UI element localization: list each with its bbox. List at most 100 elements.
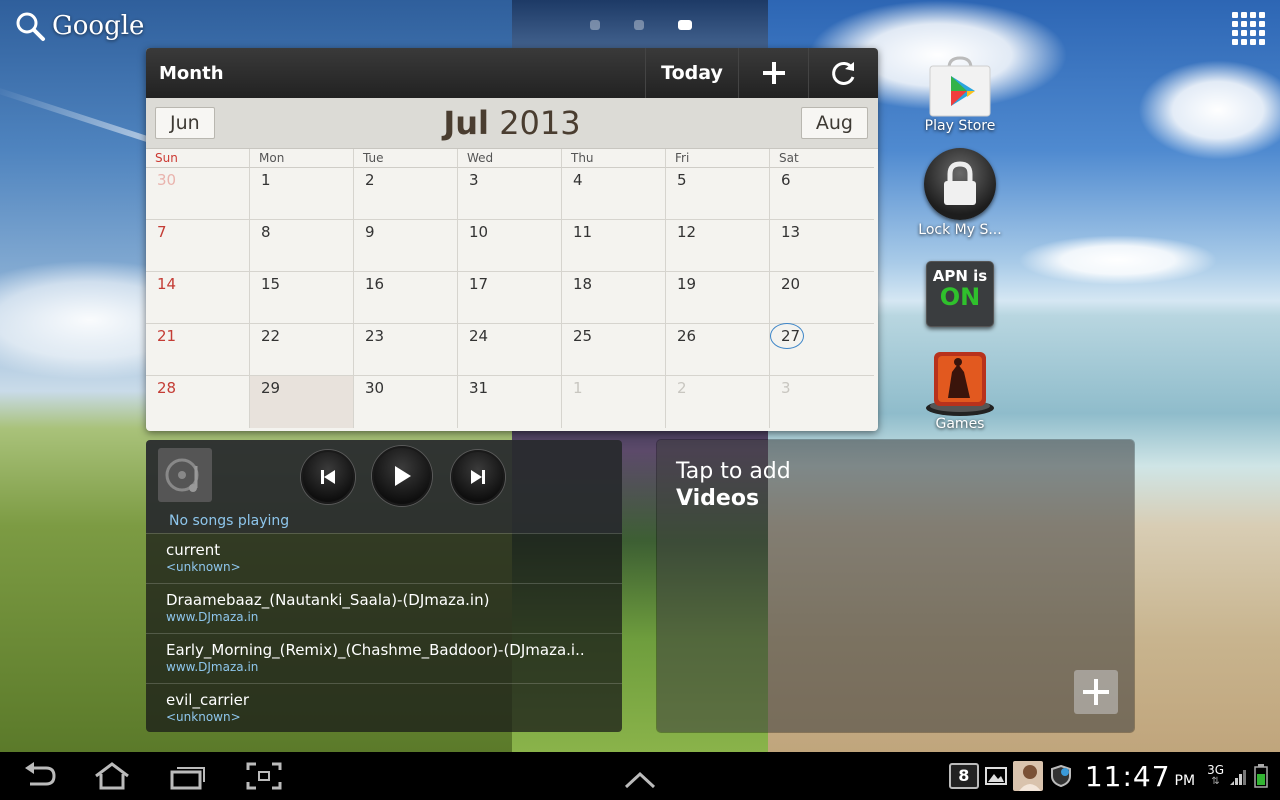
calendar-widget: Month Today Jun Jul 2013 Aug Sun Mon Tue… <box>146 48 878 431</box>
weekday-header: Sat <box>770 149 874 168</box>
song-artist: www.DJmaza.in <box>166 660 259 674</box>
calendar-day-cell[interactable]: 2 <box>354 168 458 220</box>
today-button[interactable]: Today <box>645 48 738 98</box>
previous-track-button[interactable] <box>301 450 355 504</box>
calendar-day-cell[interactable]: 23 <box>354 324 458 376</box>
apn-icon: APN is ON <box>926 261 994 327</box>
calendar-day-cell[interactable]: 7 <box>146 220 250 272</box>
calendar-day-cell[interactable]: 8 <box>250 220 354 272</box>
apn-state: ON <box>939 283 981 311</box>
calendar-day-cell[interactable]: 3 <box>458 168 562 220</box>
clock-time: 11:47 <box>1084 759 1171 793</box>
add-event-button[interactable] <box>738 48 808 98</box>
app-shortcut-games[interactable]: Games <box>905 348 1015 432</box>
recent-apps-icon[interactable] <box>170 762 206 790</box>
calendar-day-cell[interactable]: 16 <box>354 272 458 324</box>
games-icon <box>924 348 996 416</box>
song-list-item[interactable]: evil_carrier <unknown> <box>146 683 622 732</box>
calendar-day-cell[interactable]: 6 <box>770 168 874 220</box>
apn-label: APN is <box>932 267 988 285</box>
app-shortcut-play-store[interactable]: Play Store <box>905 56 1015 134</box>
video-widget-prompt: Tap to add Videos <box>676 458 791 512</box>
calendar-day-cell[interactable]: 30 <box>146 168 250 220</box>
battery-icon <box>1254 764 1268 788</box>
calendar-day-selected[interactable]: 29 <box>250 376 354 428</box>
app-label: Lock My S... <box>918 222 1002 238</box>
calendar-day-cell[interactable]: 14 <box>146 272 250 324</box>
calendar-day-cell[interactable]: 22 <box>250 324 354 376</box>
refresh-button[interactable] <box>808 48 878 98</box>
weekday-header: Mon <box>250 149 354 168</box>
calendar-day-cell[interactable]: 10 <box>458 220 562 272</box>
play-icon <box>395 466 411 486</box>
weekday-header: Thu <box>562 149 666 168</box>
calendar-day-cell[interactable]: 26 <box>666 324 770 376</box>
song-title: Early_Morning_(Remix)_(Chashme_Baddoor)-… <box>166 641 585 659</box>
next-month-button[interactable]: Aug <box>800 107 868 139</box>
google-search-bar[interactable]: Google <box>14 10 144 42</box>
song-list-item[interactable]: current <unknown> <box>146 533 622 583</box>
music-disc-icon <box>165 458 199 492</box>
calendar-mode-label[interactable]: Month <box>146 63 645 84</box>
calendar-day-cell[interactable]: 11 <box>562 220 666 272</box>
calendar-day-cell[interactable]: 28 <box>146 376 250 428</box>
plus-icon <box>762 62 785 84</box>
song-artist: <unknown> <box>166 560 241 574</box>
lock-icon <box>924 148 996 220</box>
calendar-day-cell[interactable]: 1 <box>250 168 354 220</box>
song-list-item[interactable]: Draamebaaz_(Nautanki_Saala)-(DJmaza.in) … <box>146 583 622 633</box>
network-type: 3G ⇅ <box>1207 764 1224 788</box>
calendar-day-cell[interactable]: 1 <box>562 376 666 428</box>
calendar-day-cell[interactable]: 13 <box>770 220 874 272</box>
search-icon <box>16 12 45 41</box>
calendar-day-cell[interactable]: 25 <box>562 324 666 376</box>
calendar-day-cell[interactable]: 21 <box>146 324 250 376</box>
clock-ampm: PM <box>1174 773 1196 789</box>
song-title: evil_carrier <box>166 691 250 709</box>
system-bar: 8 11:47 PM 3G ⇅ <box>0 752 1280 800</box>
page-dot <box>634 20 644 30</box>
status-area[interactable]: 8 11:47 PM 3G ⇅ <box>948 752 1280 800</box>
today-circle <box>770 323 804 349</box>
calendar-day-cell[interactable]: 31 <box>458 376 562 428</box>
weekday-header: Fri <box>666 149 770 168</box>
calendar-day-today[interactable]: 27 <box>770 323 874 376</box>
play-button[interactable] <box>372 446 432 506</box>
calendar-day-cell[interactable]: 15 <box>250 272 354 324</box>
apps-grid-icon[interactable] <box>1232 12 1266 46</box>
calendar-day-cell[interactable]: 24 <box>458 324 562 376</box>
calendar-day-cell[interactable]: 4 <box>562 168 666 220</box>
song-list-item[interactable]: Early_Morning_(Remix)_(Chashme_Baddoor)-… <box>146 633 622 683</box>
notification-count-badge: 8 <box>948 763 979 789</box>
calendar-day-cell[interactable]: 18 <box>562 272 666 324</box>
album-art-placeholder[interactable] <box>158 448 212 502</box>
calendar-day-cell[interactable]: 19 <box>666 272 770 324</box>
page-dot-active <box>678 20 692 30</box>
wallpaper-cloud <box>1138 60 1280 160</box>
video-prompt-line2: Videos <box>676 486 760 511</box>
weekday-header: Tue <box>354 149 458 168</box>
calendar-day-cell[interactable]: 5 <box>666 168 770 220</box>
calendar-day-cell[interactable]: 17 <box>458 272 562 324</box>
calendar-day-cell[interactable]: 2 <box>666 376 770 428</box>
app-shortcut-lock-my-screen[interactable]: Lock My S... <box>905 148 1015 238</box>
network-label: 3G <box>1207 763 1224 777</box>
add-video-button[interactable] <box>1074 670 1118 714</box>
skip-next-icon <box>471 470 485 484</box>
calendar-day-cell[interactable]: 30 <box>354 376 458 428</box>
google-label: Google <box>52 11 145 41</box>
calendar-day-cell[interactable]: 20 <box>770 272 874 324</box>
chevron-up-icon[interactable] <box>624 766 656 794</box>
calendar-day-cell[interactable]: 9 <box>354 220 458 272</box>
home-icon[interactable] <box>92 762 132 790</box>
calendar-day-cell[interactable]: 12 <box>666 220 770 272</box>
security-shield-icon <box>1050 765 1071 787</box>
video-widget[interactable]: Tap to add Videos <box>657 440 1134 732</box>
screenshot-icon[interactable] <box>246 762 282 790</box>
next-track-button[interactable] <box>451 450 505 504</box>
person-avatar-icon <box>1018 765 1041 791</box>
calendar-day-cell[interactable]: 3 <box>770 376 874 428</box>
back-icon[interactable] <box>22 762 58 790</box>
gallery-icon <box>984 767 1007 785</box>
app-shortcut-apn-toggle[interactable]: APN is ON <box>905 261 1015 327</box>
